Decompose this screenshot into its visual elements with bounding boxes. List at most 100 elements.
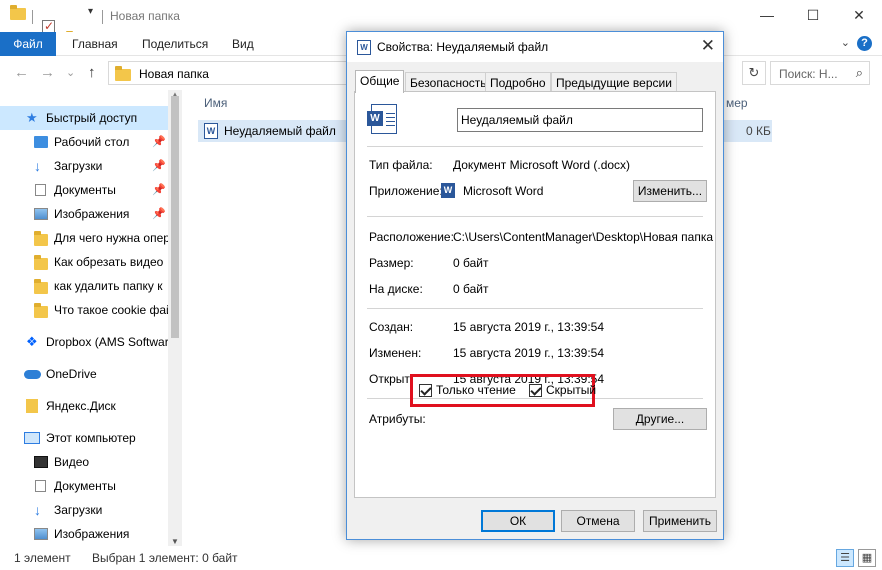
nav-item-dropbox[interactable]: ❖ Dropbox (AMS Software) [0,330,168,354]
close-button[interactable]: ✕ [836,0,882,30]
item-count: 1 элемент [14,551,71,565]
tab-view[interactable]: Вид [232,32,254,56]
tab-previous-versions[interactable]: Предыдущие версии [551,72,677,92]
ondisk-value: 0 байт [453,282,489,296]
search-placeholder: Поиск: Н... [779,67,838,81]
search-input[interactable]: Поиск: Н... ⌕ [770,61,870,85]
minimize-button[interactable]: — [744,0,790,30]
nav-item-downloads-pc[interactable]: ↓ Загрузки [0,498,168,522]
nav-item-documents-pc[interactable]: Документы [0,474,168,498]
folder-icon [115,66,131,81]
tab-home[interactable]: Главная [72,32,118,56]
folder-icon [34,303,48,318]
column-size[interactable]: мер [726,96,748,110]
general-panel: W Неудаляемый файл Тип файла: Документ M… [354,91,716,498]
nav-item-folder[interactable]: Для чего нужна опер [0,226,168,250]
forward-icon[interactable]: → [40,64,55,81]
tab-security[interactable]: Безопасность [405,72,492,92]
hidden-checkbox[interactable] [529,384,542,397]
properties-dialog: W Свойства: Неудаляемый файл ✕ Общие Без… [346,31,724,540]
pictures-icon [34,208,48,220]
word-document-icon: W [357,40,371,55]
address-bar[interactable]: Новая папка [108,61,348,85]
nav-item-quick-access[interactable]: ★ Быстрый доступ [0,106,168,130]
readonly-label[interactable]: Только чтение [436,383,516,397]
details-view-icon[interactable]: ☰ [836,549,854,567]
tab-file[interactable]: Файл [0,32,56,56]
column-name[interactable]: Имя [204,96,227,110]
documents-icon [35,480,46,492]
tab-general[interactable]: Общие [355,70,405,93]
apply-button[interactable]: Применить [643,510,717,532]
status-bar: 1 элемент Выбран 1 элемент: 0 байт ☰ ▦ [0,546,882,570]
word-document-large-icon: W [367,104,397,134]
up-icon[interactable]: ↑ [88,64,96,81]
dialog-close-icon[interactable]: ✕ [701,36,715,56]
scrollbar-thumb[interactable] [171,96,179,338]
divider [367,308,703,309]
pin-icon: 📌 [152,136,166,148]
pictures-icon [34,528,48,540]
recent-locations-icon[interactable]: ⌄ [66,66,75,79]
nav-item-pictures[interactable]: Изображения 📌 [0,202,168,226]
readonly-checkbox[interactable] [419,384,432,397]
ok-button[interactable]: ОК [481,510,555,532]
toolbar-divider [32,10,33,24]
nav-item-desktop[interactable]: Рабочий стол 📌 [0,130,168,154]
nav-item-onedrive[interactable]: OneDrive [0,362,168,386]
dialog-title: Свойства: Неудаляемый файл [377,40,549,54]
ribbon-expand-icon[interactable]: ⌄ [841,36,850,49]
filename-field[interactable]: Неудаляемый файл [457,108,703,132]
pin-icon: 📌 [152,208,166,220]
video-icon [34,456,48,468]
help-icon[interactable]: ? [857,36,872,51]
back-icon[interactable]: ← [14,64,29,81]
nav-item-folder[interactable]: как удалить папку к [0,274,168,298]
toolbar-divider [102,10,103,24]
cancel-button[interactable]: Отмена [561,510,635,532]
folder-icon [34,255,48,270]
window-title: Новая папка [110,9,180,23]
yandex-disk-icon [26,399,38,413]
nav-item-folder[interactable]: Что такое cookie фай [0,298,168,322]
file-name: Неудаляемый файл [224,124,336,138]
tab-details[interactable]: Подробно [485,72,551,92]
large-icons-view-icon[interactable]: ▦ [858,549,876,567]
explorer-titlebar: ▾ Новая папка — ☐ ✕ [0,0,882,46]
dialog-tabs: Общие Безопасность Подробно Предыдущие в… [355,70,715,93]
file-type-label: Тип файла: [369,158,433,172]
customize-quick-access-icon[interactable]: ▾ [88,6,93,17]
documents-icon [35,184,46,196]
dropbox-icon: ❖ [26,334,38,349]
scroll-down-icon[interactable]: ▼ [171,537,179,546]
app-value: Microsoft Word [463,184,544,198]
nav-item-pictures-pc[interactable]: Изображения [0,522,168,546]
location-value: C:\Users\ContentManager\Desktop\Новая па… [453,230,714,244]
modified-value: 15 августа 2019 г., 13:39:54 [453,346,604,360]
nav-item-videos[interactable]: Видео [0,450,168,474]
download-icon: ↓ [34,502,41,518]
word-app-icon: W [441,183,455,198]
nav-item-this-pc[interactable]: Этот компьютер [0,426,168,450]
tab-share[interactable]: Поделиться [142,32,208,56]
nav-scrollbar[interactable]: ▲ ▼ [168,90,182,546]
desktop-icon [34,136,48,148]
onedrive-icon [24,370,41,379]
selection-info: Выбран 1 элемент: 0 байт [92,551,238,565]
location-label: Расположение: [369,230,454,244]
hidden-label[interactable]: Скрытый [546,383,596,397]
attributes-label: Атрибуты: [369,412,426,426]
maximize-button[interactable]: ☐ [790,0,836,30]
nav-item-downloads[interactable]: ↓ Загрузки 📌 [0,154,168,178]
change-button[interactable]: Изменить... [633,180,707,202]
download-icon: ↓ [34,158,41,174]
folder-icon [34,231,48,246]
app-label: Приложение: [369,184,443,198]
nav-item-folder[interactable]: Как обрезать видео [0,250,168,274]
nav-item-documents[interactable]: Документы 📌 [0,178,168,202]
refresh-button[interactable]: ↻ [742,61,766,85]
search-icon: ⌕ [855,65,863,80]
nav-item-yandex-disk[interactable]: Яндекс.Диск [0,394,168,418]
other-attributes-button[interactable]: Другие... [613,408,707,430]
dialog-titlebar: W Свойства: Неудаляемый файл ✕ [347,32,723,62]
